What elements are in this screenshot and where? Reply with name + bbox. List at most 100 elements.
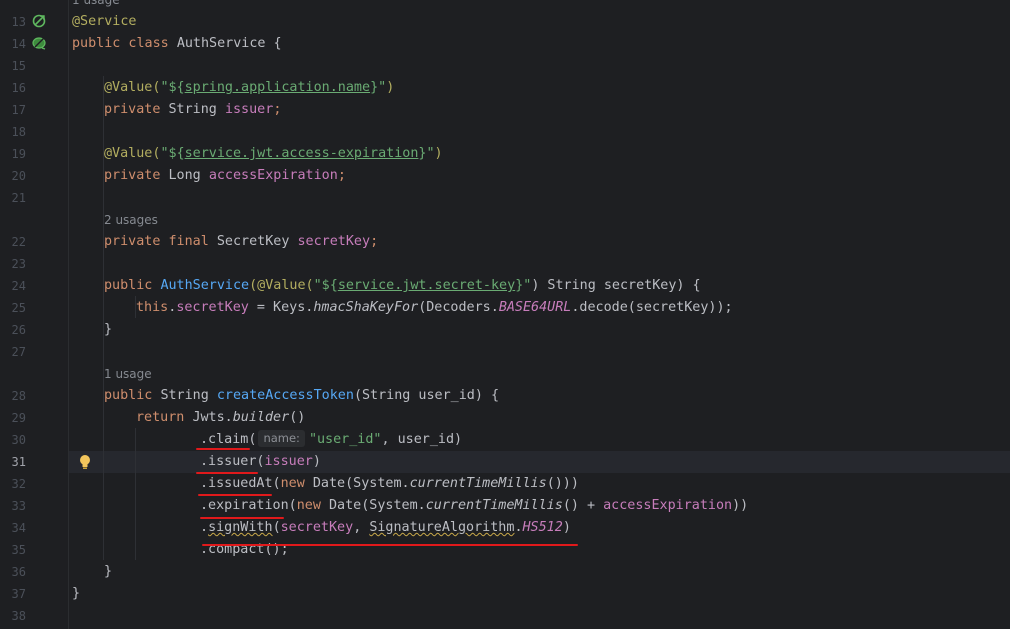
code-token: Long: [168, 168, 209, 183]
line-number: 24: [11, 279, 26, 293]
code-line-29[interactable]: return Jwts.builder(): [136, 407, 305, 429]
code-token: BASE64URL: [498, 300, 572, 315]
line-number: 33: [11, 499, 26, 513]
code-token: accessExpiration: [208, 168, 338, 183]
code-token: }": [418, 146, 435, 161]
code-token: service.jwt.secret-key: [337, 278, 516, 293]
line-number-current: 31: [11, 455, 26, 469]
line-number: 36: [11, 565, 26, 579]
code-token: String: [160, 388, 217, 403]
code-token: issuer: [264, 454, 313, 469]
code-token: @Value(: [104, 146, 161, 161]
line-number: 19: [11, 147, 26, 161]
code-token: (: [272, 520, 281, 535]
line-number: 32: [11, 477, 26, 491]
line-number: 14: [11, 37, 26, 51]
code-token: "user_id": [308, 432, 382, 447]
code-token: "${: [313, 278, 338, 293]
code-line-35[interactable]: .compact();: [200, 539, 289, 561]
code-token: AuthService {: [176, 36, 282, 51]
code-line-33[interactable]: .expiration(new Date(System.currentTimeM…: [200, 495, 748, 517]
line-number: 21: [11, 191, 26, 205]
line-number: 34: [11, 521, 26, 535]
red-markup-underline: [196, 448, 250, 450]
line-number: 26: [11, 323, 26, 337]
code-line-28[interactable]: public String createAccessToken(String u…: [104, 385, 499, 407]
code-token: Jwts.: [192, 410, 233, 425]
code-token: ;: [273, 102, 282, 117]
code-token: ;: [337, 168, 346, 183]
code-token: private: [104, 168, 169, 183]
code-line-14[interactable]: public class AuthService {: [72, 33, 282, 55]
line-number: 23: [11, 257, 26, 271]
code-token: (Decoders.: [418, 300, 499, 315]
code-token: ())): [546, 476, 579, 491]
parameter-name-hint: name:: [258, 430, 305, 447]
code-token: new: [296, 498, 329, 513]
code-token: , user_id): [381, 432, 463, 447]
code-token: currentTimeMillis: [409, 476, 547, 491]
lightbulb-icon[interactable]: [79, 454, 91, 470]
line-number: 20: [11, 169, 26, 183]
code-token: .issuedAt(: [200, 476, 281, 491]
code-token: ,: [353, 520, 370, 535]
code-token: return: [136, 410, 193, 425]
code-line-36[interactable]: }: [104, 561, 112, 583]
code-line-26[interactable]: }: [104, 319, 112, 341]
code-token: (@Value(: [249, 278, 314, 293]
code-line-16[interactable]: @Value("${spring.application.name}"): [104, 77, 394, 99]
code-token: SecretKey: [216, 234, 298, 249]
code-token: Date(System.: [329, 498, 426, 513]
code-token: HS512: [522, 520, 563, 535]
code-token: Date(System.: [312, 476, 410, 491]
code-line-20[interactable]: private Long accessExpiration;: [104, 165, 346, 187]
line-number: 18: [11, 125, 26, 139]
code-token: secretKey: [280, 520, 354, 535]
code-token: createAccessToken: [216, 388, 354, 403]
code-line-24[interactable]: public AuthService(@Value("${service.jwt…: [104, 275, 701, 297]
code-token: ): [386, 80, 395, 95]
code-line-37[interactable]: }: [72, 583, 80, 605]
code-token: public class: [72, 36, 177, 51]
spring-bean-icon[interactable]: [32, 36, 46, 50]
code-token: builder: [232, 410, 290, 425]
code-token: }": [515, 278, 532, 293]
code-line-19[interactable]: @Value("${service.jwt.access-expiration}…: [104, 143, 443, 165]
line-number: 29: [11, 411, 26, 425]
code-line-17[interactable]: private String issuer;: [104, 99, 281, 121]
code-token: .issuer(: [200, 454, 265, 469]
usage-hint[interactable]: 1 usage: [72, 0, 120, 11]
code-token: ): [562, 520, 571, 535]
line-number: 25: [11, 301, 26, 315]
code-token: currentTimeMillis: [425, 498, 563, 513]
code-token: "${: [160, 146, 185, 161]
code-line-25[interactable]: this.secretKey = Keys.hmacShaKeyFor(Deco…: [136, 297, 733, 319]
editor-gutter[interactable]: 13 14 15 16 17 18 19 20 21 22 23 24 25 2…: [0, 0, 90, 629]
code-token: public: [104, 278, 161, 293]
code-line-31[interactable]: .issuer(issuer): [200, 451, 321, 473]
code-token: .decode(secretKey));: [571, 300, 733, 315]
usage-hint[interactable]: 1 usage: [104, 363, 152, 385]
spring-bean-icon[interactable]: [32, 14, 46, 28]
code-token: )): [732, 498, 749, 513]
code-token: secretKey: [297, 234, 371, 249]
code-token: String: [168, 102, 225, 117]
code-token: .: [200, 520, 209, 535]
usage-hint[interactable]: 2 usages: [104, 209, 158, 231]
code-line-32[interactable]: .issuedAt(new Date(System.currentTimeMil…: [200, 473, 579, 495]
line-number: 35: [11, 543, 26, 557]
code-token: hmacShaKeyFor: [313, 300, 419, 315]
code-token: ): [312, 454, 321, 469]
code-token: this: [136, 300, 169, 315]
line-number: 15: [11, 59, 26, 73]
code-token: "${: [160, 80, 185, 95]
code-line-13[interactable]: @Service: [72, 11, 137, 33]
code-line-34[interactable]: .signWith(secretKey, SignatureAlgorithm.…: [200, 517, 571, 539]
code-token: private final: [104, 234, 217, 249]
code-token: accessExpiration: [603, 498, 733, 513]
code-token: private: [104, 102, 169, 117]
red-markup-underline: [202, 544, 578, 546]
code-token: = Keys.: [248, 300, 314, 315]
code-token: public: [104, 388, 161, 403]
code-line-22[interactable]: private final SecretKey secretKey;: [104, 231, 378, 253]
